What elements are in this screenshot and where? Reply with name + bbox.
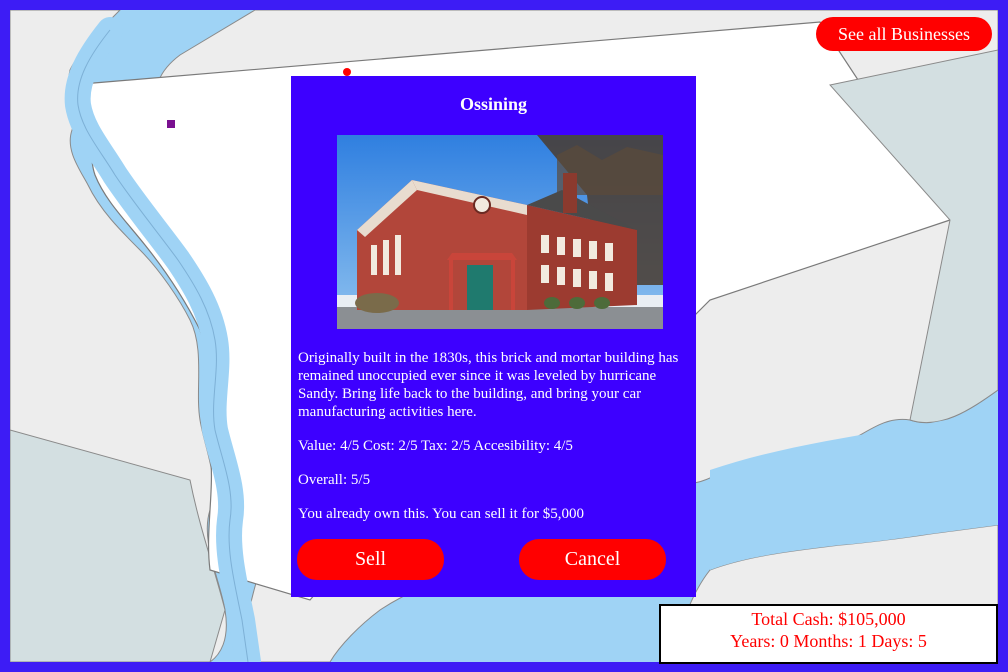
status-panel: Total Cash: $105,000 Years: 0 Months: 1 … bbox=[659, 604, 998, 664]
sell-button[interactable]: Sell bbox=[297, 539, 444, 580]
elapsed-time: Years: 0 Months: 1 Days: 5 bbox=[730, 631, 927, 651]
business-modal: Ossining Originally built in the 1830s, … bbox=[291, 76, 696, 597]
ownership-note: You already own this. You can sell it fo… bbox=[298, 506, 584, 522]
building-stats: Value: 4/5 Cost: 2/5 Tax: 2/5 Accesibili… bbox=[298, 438, 573, 454]
building-photo bbox=[337, 135, 663, 329]
see-all-businesses-button[interactable]: See all Businesses bbox=[816, 17, 992, 51]
cancel-button[interactable]: Cancel bbox=[519, 539, 666, 580]
modal-title: Ossining bbox=[459, 94, 528, 114]
building-description: Originally built in the 1830s, this bric… bbox=[298, 350, 679, 420]
building-overall-rating: Overall: 5/5 bbox=[298, 472, 371, 488]
total-cash: Total Cash: $105,000 bbox=[751, 609, 906, 629]
map-marker-dot-icon[interactable] bbox=[343, 68, 351, 76]
map-marker-square-icon[interactable] bbox=[167, 120, 175, 128]
